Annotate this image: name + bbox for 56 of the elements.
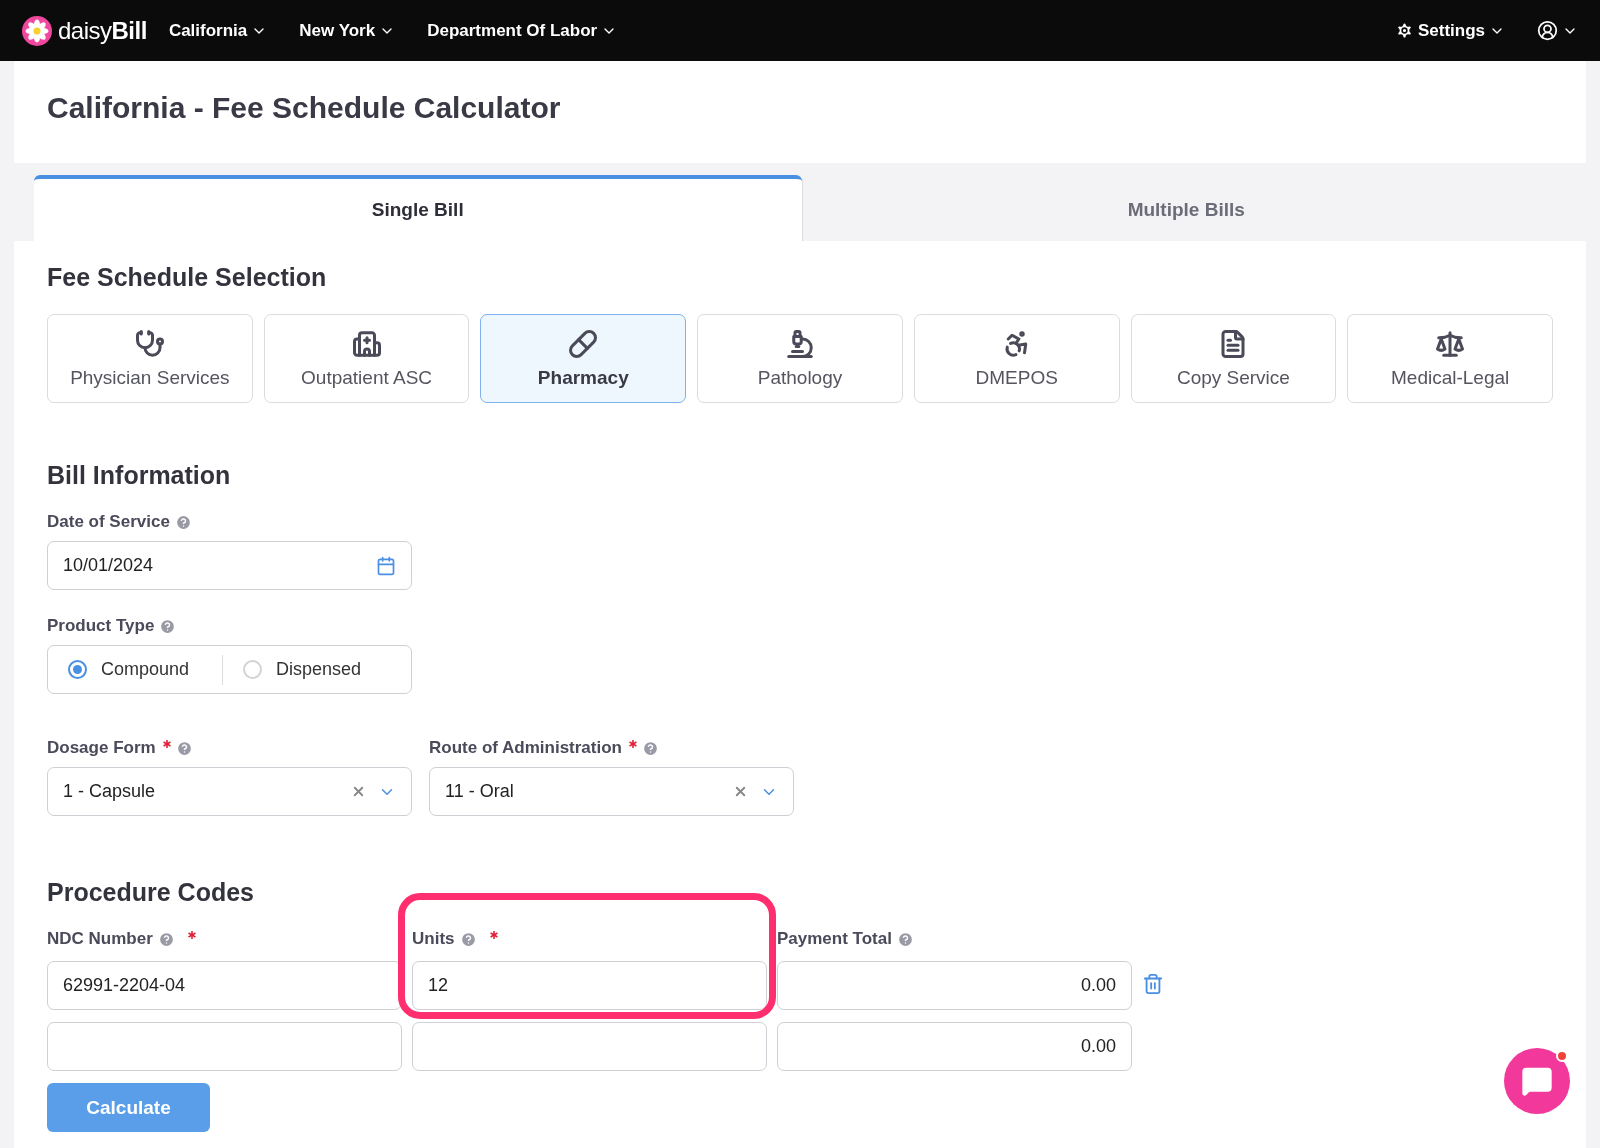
radio-option[interactable]: Dispensed <box>243 659 362 680</box>
fee-schedule-option[interactable]: Medical-Legal <box>1347 314 1553 403</box>
tab[interactable]: Multiple Bills <box>801 175 1570 241</box>
date-field[interactable]: 10/01/2024 <box>47 541 412 590</box>
fee-schedule-option[interactable]: Outpatient ASC <box>263 314 470 403</box>
select-field[interactable]: 11 - Oral <box>429 767 794 816</box>
logo-text: daisyBill <box>58 16 147 45</box>
settings-menu[interactable]: Settings <box>1394 20 1505 41</box>
field-label: Dosage Form <box>47 738 156 758</box>
ndc-field[interactable]: 62991-2204-04 <box>47 961 402 1010</box>
section-heading: Bill Information <box>47 461 232 490</box>
section-heading: Procedure Codes <box>47 878 255 907</box>
fee-schedule-option[interactable]: Pharmacy <box>480 314 687 403</box>
radio-button[interactable] <box>68 660 87 679</box>
help-icon[interactable] <box>174 513 192 531</box>
hospital-icon <box>351 328 382 359</box>
delete-icon[interactable] <box>1142 972 1164 995</box>
microscope-icon <box>785 328 815 359</box>
fee-schedule-option[interactable]: Pathology <box>697 314 903 403</box>
units-field[interactable] <box>412 1022 767 1071</box>
nav-menu[interactable]: California <box>168 20 268 41</box>
payment-field[interactable]: 0.00 <box>777 1022 1132 1071</box>
chat-icon <box>1521 1065 1553 1097</box>
units-field[interactable]: 12 <box>412 961 767 1010</box>
fee-schedule-option[interactable]: Physician Services <box>47 314 253 403</box>
user-icon <box>1537 20 1558 41</box>
scales-icon <box>1435 328 1466 359</box>
fee-schedule-option[interactable]: DMEPOS <box>913 314 1120 403</box>
fee-schedule-option[interactable]: Copy Service <box>1130 314 1337 403</box>
clear-icon[interactable] <box>733 784 748 799</box>
tab[interactable]: Single Bill <box>34 175 802 241</box>
payment-field[interactable]: 0.00 <box>777 961 1132 1010</box>
help-icon[interactable] <box>896 930 914 948</box>
pill-icon <box>568 328 599 359</box>
help-icon[interactable] <box>641 739 659 757</box>
help-icon[interactable] <box>459 930 477 948</box>
clear-icon[interactable] <box>351 784 366 799</box>
nav-menu[interactable]: New York <box>299 20 396 41</box>
field-label: Product Type <box>47 616 155 636</box>
help-icon[interactable] <box>159 617 177 635</box>
page-title: California - Fee Schedule Calculator <box>47 91 562 125</box>
help-icon[interactable] <box>175 739 193 757</box>
section-heading: Fee Schedule Selection <box>47 263 328 292</box>
ndc-field[interactable] <box>47 1022 402 1071</box>
stethoscope-icon <box>134 328 165 359</box>
calendar-icon[interactable] <box>376 555 396 576</box>
nav-menu[interactable]: Department Of Labor <box>427 20 618 41</box>
flower-logo-icon <box>22 15 52 46</box>
column-label: Payment Total <box>777 929 892 949</box>
column-label: NDC Number <box>47 929 153 949</box>
field-label: Route of Administration <box>429 738 622 758</box>
column-label: Units <box>412 929 455 949</box>
radio-option[interactable]: Compound <box>68 659 190 680</box>
field-label: Date of Service <box>47 512 170 532</box>
select-field[interactable]: 1 - Capsule <box>47 767 412 816</box>
help-icon[interactable] <box>157 930 175 948</box>
